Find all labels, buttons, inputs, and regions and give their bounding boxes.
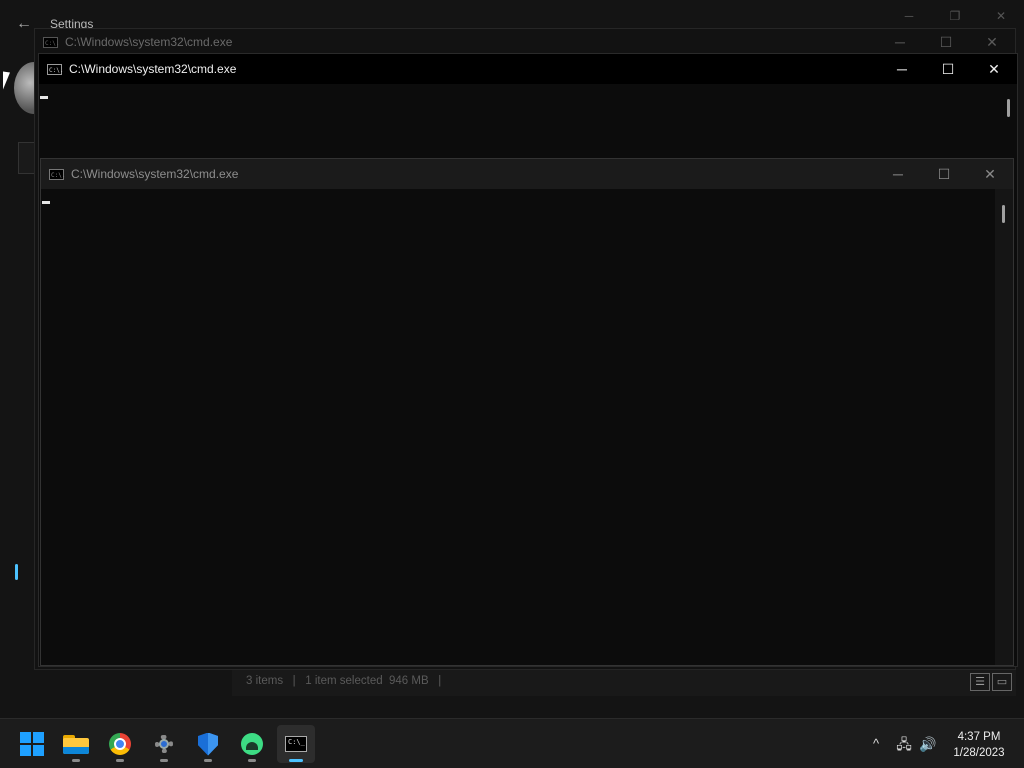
settings-window-controls: ─ ❐ ✕ [886,4,1024,28]
network-icon[interactable]: 🖧 [894,734,914,754]
running-indicator [116,759,124,762]
scrollbar-thumb[interactable] [1002,205,1005,223]
clock-date: 1/28/2023 [953,747,1005,759]
selected-nav-indicator [15,564,18,580]
shield-icon [198,732,218,756]
taskbar-windows-security[interactable] [189,725,227,763]
maximize-button[interactable]: ☐ [921,159,967,189]
cmd-titlebar[interactable]: C:\. C:\Windows\system32\cmd.exe ─ ☐ ✕ [39,54,1017,84]
maximize-button[interactable]: ☐ [923,29,969,55]
android-studio-icon [241,733,263,755]
cmd-title: C:\Windows\system32\cmd.exe [69,62,237,76]
running-indicator [160,759,168,762]
settings-minimize-button[interactable]: ─ [886,4,932,28]
show-hidden-icons-chevron-icon[interactable]: ^ [866,734,886,754]
close-button[interactable]: ✕ [971,54,1017,84]
maximize-button[interactable]: ☐ [925,54,971,84]
settings-close-button[interactable]: ✕ [978,4,1024,28]
taskbar-chrome[interactable] [101,725,139,763]
cmd-titlebar[interactable]: C:\. C:\Windows\system32\cmd.exe ─ ☐ ✕ [35,29,1015,55]
gear-icon [153,733,175,755]
status-size: 946 MB [389,675,429,687]
taskbar-android-studio[interactable] [233,725,271,763]
clock[interactable]: 4:37 PM 1/28/2023 [944,729,1014,761]
running-indicator [204,759,212,762]
status-separator: | [438,675,442,687]
clock-time: 4:37 PM [957,731,1001,743]
close-button[interactable]: ✕ [967,159,1013,189]
large-icons-view-button[interactable]: ▭ [992,673,1012,691]
explorer-status-bar: 3 items | 1 item selected 946 MB | ☰ ▭ [232,666,1016,696]
cmd-title: C:\Windows\system32\cmd.exe [65,35,233,49]
taskbar-command-prompt[interactable]: C:\_ [277,725,315,763]
windows-logo-icon [20,732,44,756]
cmd-title: C:\Windows\system32\cmd.exe [71,167,239,181]
minimize-button[interactable]: ─ [875,159,921,189]
explorer-status-text: 3 items | 1 item selected 946 MB | [246,675,441,687]
volume-icon[interactable]: 🔊 [918,734,938,754]
text-cursor [40,96,48,99]
cmd-app-icon: C:\. [43,36,59,48]
running-indicator [248,759,256,762]
folder-icon [63,734,89,754]
minimize-button[interactable]: ─ [877,29,923,55]
cmd-app-icon: C:\. [49,168,65,180]
scrollbar-track[interactable] [995,189,1013,665]
cmd-app-icon: C:\. [47,63,63,75]
running-indicator [72,759,80,762]
details-view-button[interactable]: ☰ [970,673,990,691]
taskbar-file-explorer[interactable] [57,725,95,763]
desktop: ← Settings ─ ❐ ✕ 3 items | 1 item select… [0,0,1024,718]
start-button[interactable] [13,725,51,763]
mouse-pointer-icon [3,71,10,91]
active-indicator [289,759,303,762]
status-separator: | [292,675,296,687]
status-item-count: 3 items [246,675,284,687]
status-selected: 1 item selected [305,675,383,687]
terminal-icon: C:\_ [285,736,307,752]
taskbar: C:\_ ^ 🖧 🔊 4:37 PM 1/28/2023 [0,718,1024,768]
close-button[interactable]: ✕ [969,29,1015,55]
text-cursor [42,201,50,204]
scrollbar-thumb[interactable] [1007,99,1010,117]
taskbar-settings[interactable] [145,725,183,763]
minimize-button[interactable]: ─ [879,54,925,84]
back-arrow-icon[interactable]: ← [14,14,34,34]
cmd-titlebar[interactable]: C:\. C:\Windows\system32\cmd.exe ─ ☐ ✕ [41,159,1013,189]
chrome-icon [109,733,131,755]
cmd-window-front[interactable]: C:\. C:\Windows\system32\cmd.exe ─ ☐ ✕ [40,158,1014,666]
settings-restore-button[interactable]: ❐ [932,4,978,28]
